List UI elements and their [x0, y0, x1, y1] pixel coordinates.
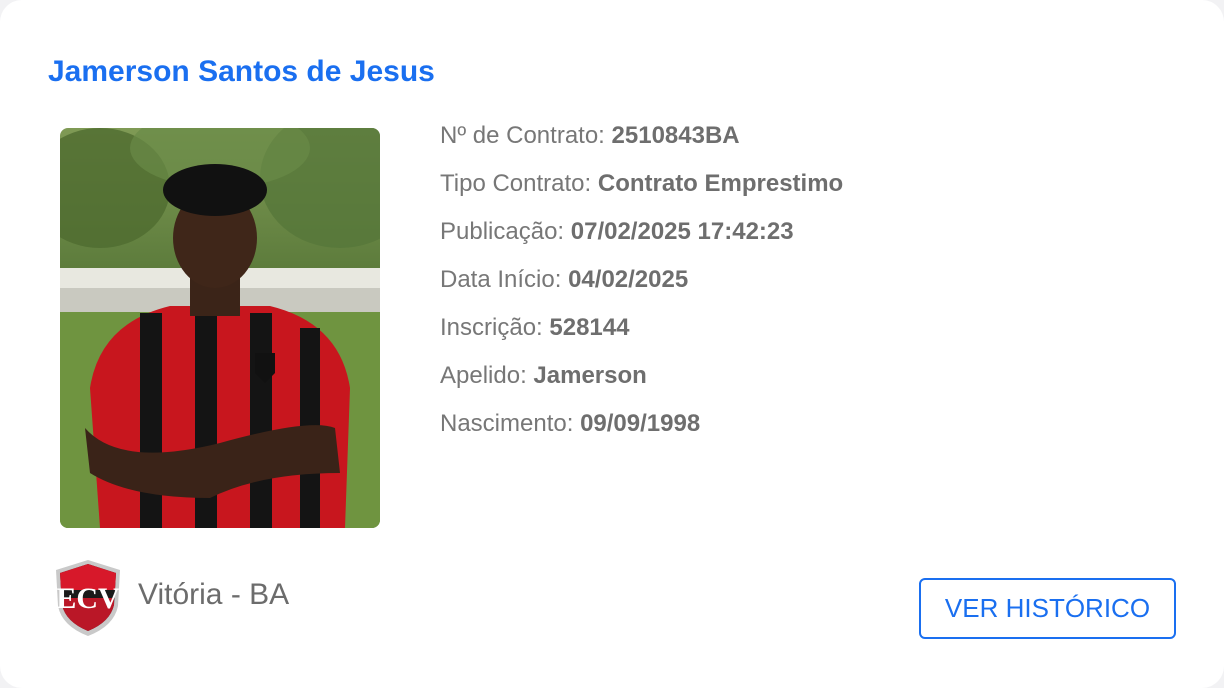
club-crest-icon: ECV: [54, 558, 122, 643]
detail-label: Inscrição:: [440, 314, 543, 341]
detail-label: Nº de Contrato:: [440, 122, 605, 149]
detail-contract-type: Tipo Contrato: Contrato Emprestimo: [440, 165, 843, 213]
detail-registration: Inscrição: 528144: [440, 309, 843, 357]
detail-nickname: Apelido: Jamerson: [440, 357, 843, 405]
detail-label: Data Início:: [440, 266, 562, 293]
player-card: Jamerson Santos de Jesus Nº de Contrato:…: [0, 0, 1224, 688]
detail-publication: Publicação: 07/02/2025 17:42:23: [440, 213, 843, 261]
detail-start-date: Data Início: 04/02/2025: [440, 261, 843, 309]
club-info: ECV Vitória - BA: [54, 558, 290, 643]
detail-label: Nascimento:: [440, 410, 574, 437]
player-photo: [60, 128, 380, 528]
detail-value: 07/02/2025 17:42:23: [570, 218, 794, 245]
contract-details-list: Nº de Contrato: 2510843BA Tipo Contrato:…: [440, 117, 843, 453]
player-name-link[interactable]: Jamerson Santos de Jesus: [48, 52, 435, 92]
svg-text:ECV: ECV: [56, 582, 120, 615]
view-history-button[interactable]: VER HISTÓRICO: [919, 578, 1176, 639]
detail-value: 09/09/1998: [580, 410, 701, 437]
detail-value: Jamerson: [533, 362, 647, 389]
detail-birth-date: Nascimento: 09/09/1998: [440, 405, 843, 453]
detail-label: Apelido:: [440, 362, 527, 389]
club-name: Vitória - BA: [138, 578, 290, 611]
detail-label: Tipo Contrato:: [440, 170, 592, 197]
detail-contract-number: Nº de Contrato: 2510843BA: [440, 117, 843, 165]
detail-value: 04/02/2025: [568, 266, 689, 293]
detail-value: 528144: [549, 314, 630, 341]
detail-label: Publicação:: [440, 218, 565, 245]
detail-value: 2510843BA: [611, 122, 740, 149]
detail-value: Contrato Emprestimo: [597, 170, 844, 197]
